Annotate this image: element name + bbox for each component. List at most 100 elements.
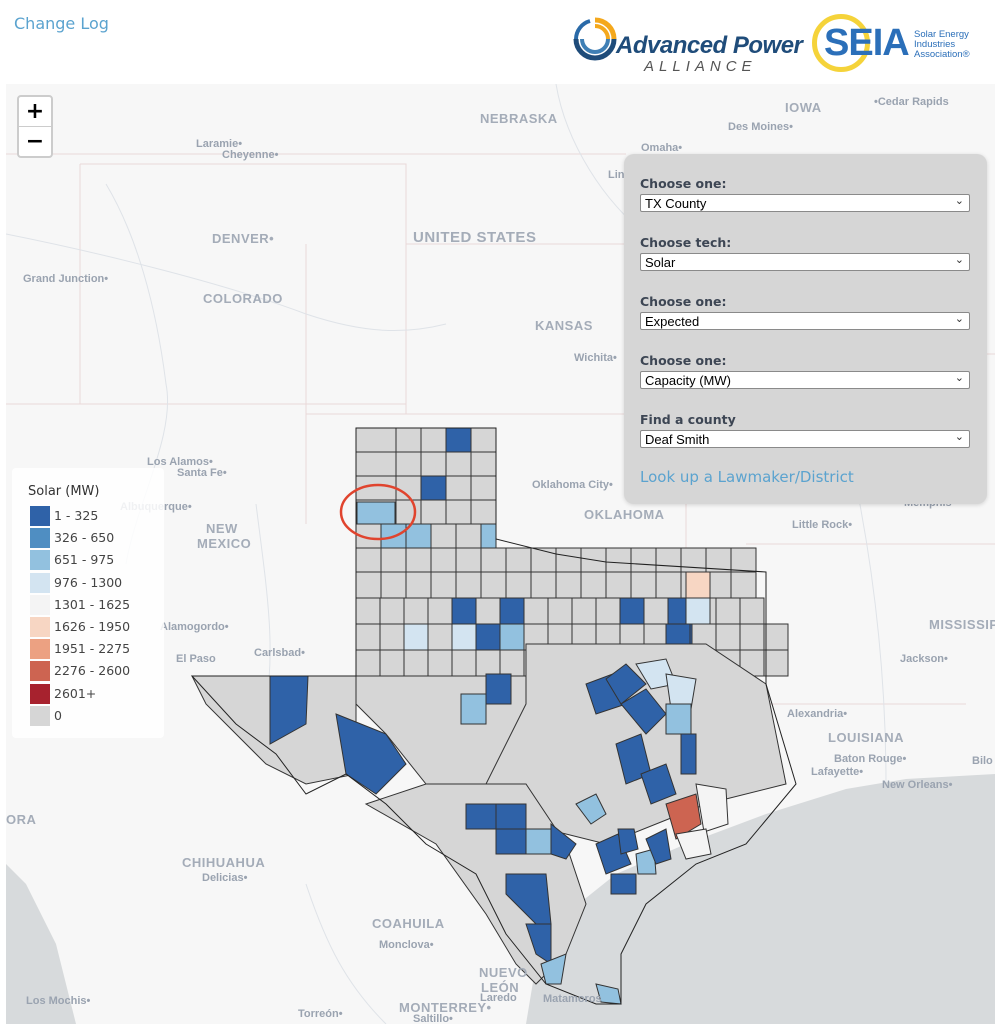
change-log-link[interactable]: Change Log (14, 14, 109, 33)
county[interactable] (630, 571, 657, 599)
county-deaf-smith[interactable] (356, 501, 396, 525)
county[interactable] (427, 623, 453, 651)
county[interactable] (555, 571, 582, 599)
county[interactable] (685, 597, 711, 625)
county[interactable] (605, 547, 632, 575)
county[interactable] (480, 571, 507, 599)
county[interactable] (505, 547, 532, 575)
county[interactable] (470, 451, 497, 477)
county[interactable] (430, 571, 457, 599)
county[interactable] (355, 451, 397, 477)
county[interactable] (499, 649, 525, 677)
county[interactable] (680, 547, 707, 575)
zoom-out-button[interactable]: − (19, 126, 51, 156)
county[interactable] (739, 623, 765, 651)
county[interactable] (495, 828, 527, 855)
county[interactable] (695, 783, 729, 833)
county[interactable] (680, 733, 697, 775)
county[interactable] (451, 623, 477, 651)
county[interactable] (470, 475, 497, 501)
lookup-lawmaker-link[interactable]: Look up a Lawmaker/District (640, 468, 854, 486)
county-select[interactable]: Deaf Smith ⌄ (640, 430, 970, 448)
county[interactable] (595, 597, 621, 625)
county[interactable] (530, 571, 557, 599)
county[interactable] (395, 427, 422, 453)
county[interactable] (430, 547, 457, 575)
county[interactable] (451, 597, 477, 625)
county[interactable] (445, 475, 472, 501)
county[interactable] (470, 499, 497, 525)
county[interactable] (403, 597, 429, 625)
county[interactable] (445, 499, 472, 525)
county[interactable] (610, 873, 637, 895)
county[interactable] (405, 571, 432, 599)
county[interactable] (495, 803, 527, 830)
county[interactable] (395, 451, 422, 477)
county[interactable] (403, 649, 429, 677)
county[interactable] (355, 649, 381, 677)
county[interactable] (420, 451, 447, 477)
county[interactable] (619, 597, 645, 625)
county[interactable] (455, 523, 482, 549)
county[interactable] (380, 571, 407, 599)
zoom-in-button[interactable]: + (19, 97, 51, 126)
tech-select[interactable]: Solar ⌄ (640, 253, 970, 271)
county[interactable] (420, 475, 447, 501)
geography-select[interactable]: TX County ⌄ (640, 194, 970, 212)
county[interactable] (530, 547, 557, 575)
county[interactable] (355, 623, 381, 651)
county[interactable] (355, 547, 382, 575)
county[interactable] (403, 623, 429, 651)
county[interactable] (445, 451, 472, 477)
county[interactable] (451, 649, 477, 677)
county[interactable] (617, 828, 639, 855)
county[interactable] (630, 547, 657, 575)
county[interactable] (420, 499, 447, 525)
county[interactable] (420, 427, 447, 453)
county[interactable] (739, 597, 765, 625)
county[interactable] (665, 703, 692, 735)
county[interactable] (355, 427, 397, 453)
county[interactable] (605, 571, 632, 599)
county[interactable] (475, 597, 501, 625)
county[interactable] (355, 571, 382, 599)
status-select[interactable]: Expected ⌄ (640, 312, 970, 330)
county[interactable] (730, 571, 757, 599)
county[interactable] (379, 623, 405, 651)
county[interactable] (455, 547, 482, 575)
county[interactable] (430, 523, 457, 549)
county[interactable] (523, 597, 549, 625)
county[interactable] (525, 828, 552, 855)
county[interactable] (355, 597, 381, 625)
county[interactable] (763, 623, 789, 651)
county[interactable] (705, 547, 732, 575)
county[interactable] (485, 673, 512, 705)
county[interactable] (379, 597, 405, 625)
county[interactable] (580, 571, 607, 599)
county[interactable] (571, 597, 597, 625)
county[interactable] (475, 623, 501, 651)
county[interactable] (655, 547, 682, 575)
county[interactable] (395, 499, 422, 525)
county[interactable] (427, 649, 453, 677)
county[interactable] (547, 597, 573, 625)
county[interactable] (379, 649, 405, 677)
county[interactable] (685, 571, 711, 599)
county[interactable] (715, 597, 741, 625)
county[interactable] (480, 547, 507, 575)
county[interactable] (445, 427, 472, 453)
county[interactable] (499, 597, 525, 625)
county[interactable] (655, 571, 682, 599)
county[interactable] (763, 649, 789, 677)
county[interactable] (715, 623, 741, 651)
county[interactable] (455, 571, 482, 599)
county[interactable] (470, 427, 497, 453)
county[interactable] (555, 547, 582, 575)
county[interactable] (380, 547, 407, 575)
county[interactable] (505, 571, 532, 599)
metric-select[interactable]: Capacity (MW) ⌄ (640, 371, 970, 389)
county[interactable] (465, 803, 497, 830)
county[interactable] (427, 597, 453, 625)
county[interactable] (475, 649, 501, 677)
county[interactable] (405, 547, 432, 575)
